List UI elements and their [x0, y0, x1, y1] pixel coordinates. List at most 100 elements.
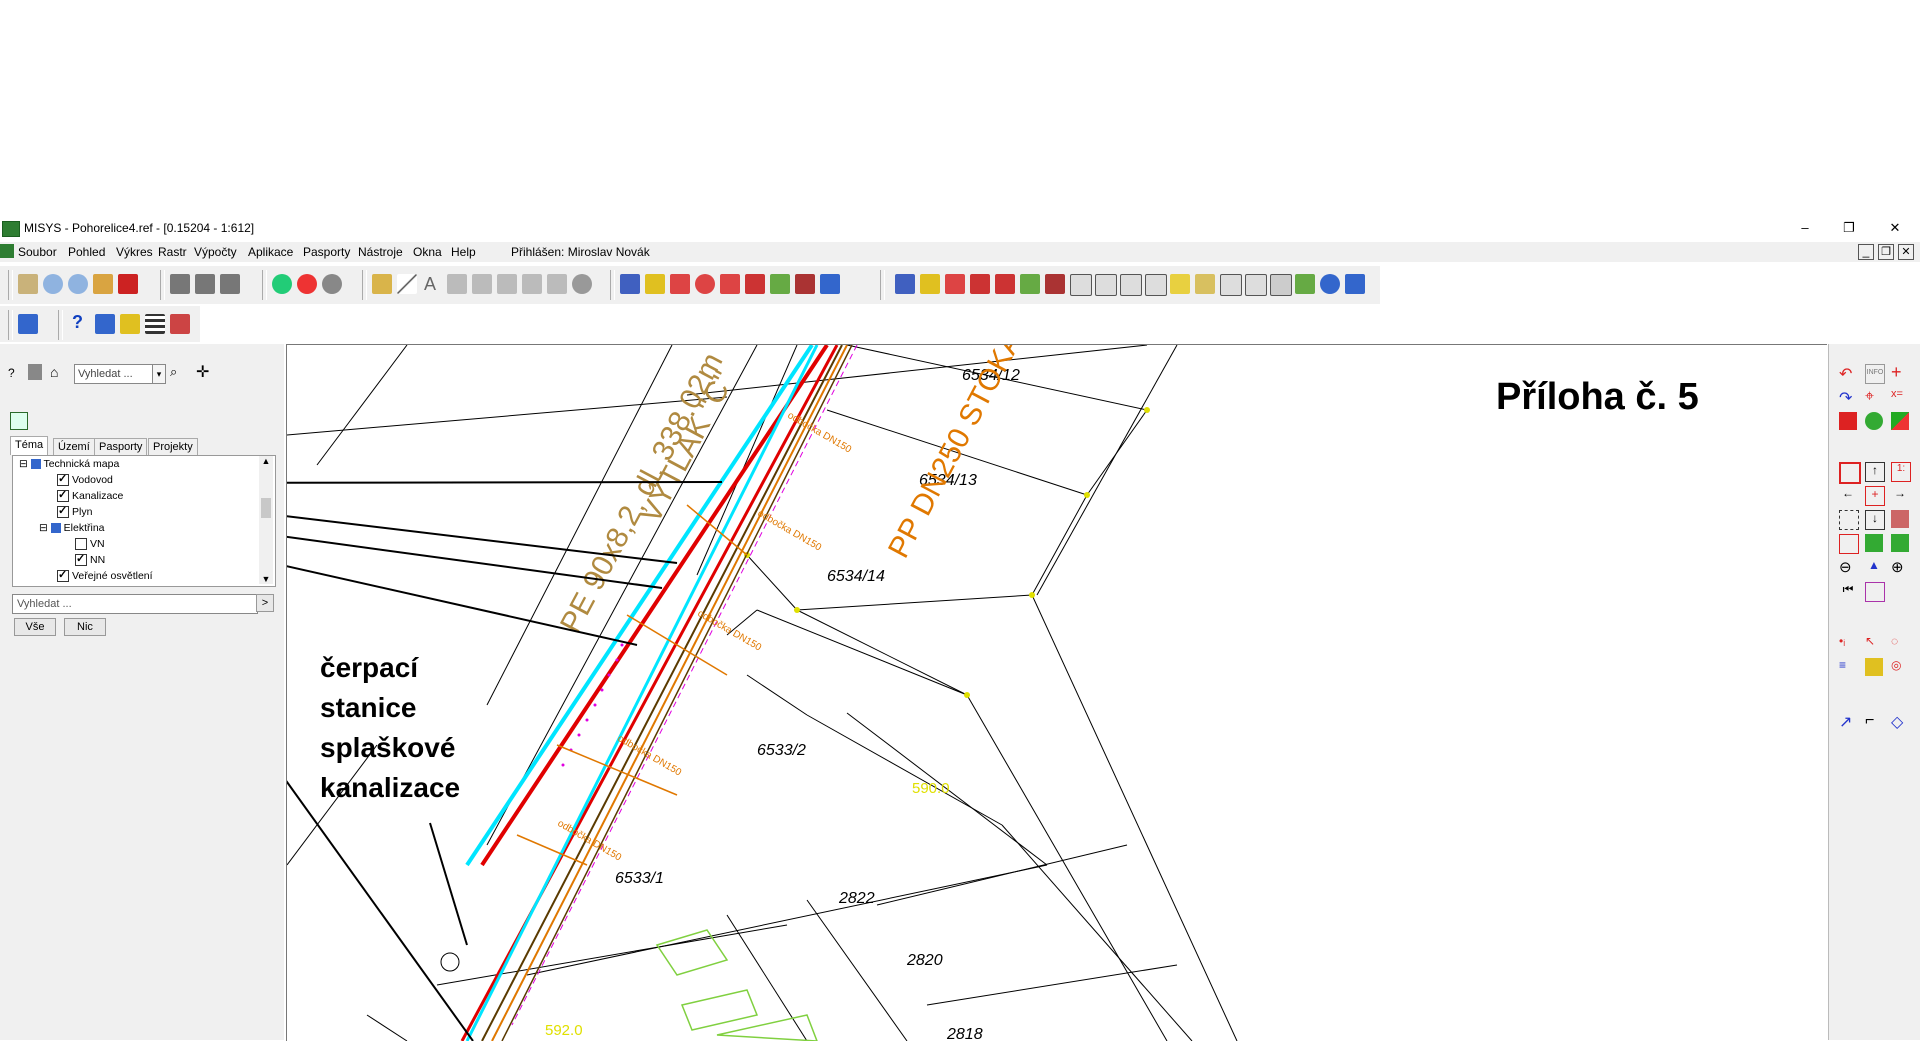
zoom-out-icon[interactable] — [68, 274, 88, 294]
pan-down-icon[interactable]: ↓ — [1865, 510, 1885, 530]
undo-icon[interactable]: ↶ — [1839, 364, 1857, 383]
network-icon[interactable] — [695, 274, 715, 294]
zoom-window-icon[interactable] — [1839, 462, 1861, 484]
chevron-down-icon[interactable]: ▾ — [152, 364, 166, 384]
tree-item-vn[interactable]: VN — [13, 536, 275, 552]
table-icon[interactable] — [1220, 274, 1242, 296]
tree-item-plyn[interactable]: Plyn — [13, 503, 275, 520]
menu-help[interactable]: Help — [451, 245, 476, 259]
rewind-icon[interactable]: ⏮ — [1839, 582, 1857, 600]
info-icon[interactable] — [95, 314, 115, 334]
scroll-icon[interactable] — [1195, 274, 1215, 294]
checkbox-kanalizace[interactable] — [57, 487, 69, 503]
target-icon[interactable]: ⌖ — [1865, 388, 1883, 406]
zoom-prev-icon[interactable] — [1839, 534, 1859, 554]
globe-red-icon[interactable] — [297, 274, 317, 294]
globe-icon[interactable] — [272, 274, 292, 294]
delete2-icon[interactable] — [970, 274, 990, 294]
tree-scrollbar[interactable]: ▲ ▼ — [259, 456, 273, 584]
report2-icon[interactable] — [1120, 274, 1142, 296]
menu-nastroje[interactable]: Nástroje — [358, 245, 403, 259]
tree2-icon[interactable] — [1020, 274, 1040, 294]
checkbox-vodovod[interactable] — [57, 471, 69, 487]
tree-search-input[interactable]: Vyhledat ... — [12, 594, 258, 614]
save-as-icon[interactable] — [547, 274, 567, 294]
tree-item-kanalizace[interactable]: Kanalizace — [13, 487, 275, 504]
text-icon[interactable]: A — [424, 274, 436, 295]
search-icon[interactable] — [572, 274, 592, 294]
center-icon[interactable]: + — [1865, 486, 1885, 506]
layers-icon[interactable] — [118, 274, 138, 294]
scroll-up-icon[interactable]: ▲ — [259, 456, 273, 466]
web-icon[interactable] — [1320, 274, 1340, 294]
refresh-icon[interactable] — [1891, 510, 1909, 528]
pipe-icon[interactable] — [720, 274, 740, 294]
pan-icon[interactable] — [93, 274, 113, 294]
tree-view2-icon[interactable] — [1891, 534, 1909, 552]
edit-object-icon[interactable] — [670, 274, 690, 294]
zoom-in-icon[interactable]: ⊕ — [1891, 558, 1909, 576]
checkbox-nn[interactable] — [75, 551, 87, 567]
home-icon[interactable]: ⌂ — [50, 364, 58, 380]
house-icon[interactable] — [1865, 582, 1885, 602]
tree-item-technicka-mapa[interactable]: ⊟ Technická mapa — [13, 456, 275, 472]
mdi-minimize-button[interactable]: _ — [1858, 244, 1874, 260]
scale-icon[interactable]: 1: — [1891, 462, 1911, 482]
zoom-out-icon[interactable]: ⊖ — [1839, 558, 1857, 576]
zoom-in-icon[interactable] — [43, 274, 63, 294]
stack-icon[interactable] — [1270, 274, 1292, 296]
symbol-icon[interactable] — [447, 274, 467, 294]
tree-icon[interactable] — [770, 274, 790, 294]
select-all-button[interactable]: Vše — [14, 618, 56, 636]
polyline-icon[interactable]: ⌐ — [1865, 712, 1883, 730]
coordinates-icon[interactable]: x= — [1891, 388, 1909, 406]
sum-icon[interactable] — [1245, 274, 1267, 296]
menu-okna[interactable]: Okna — [413, 245, 442, 259]
delete-object-icon[interactable] — [745, 274, 765, 294]
pan-up-icon[interactable]: ↑ — [1865, 462, 1885, 482]
checkbox-verejne-osvetleni[interactable] — [57, 567, 69, 583]
tree-item-elektrina[interactable]: ⊟ Elektřina — [13, 520, 275, 536]
crosshair-icon[interactable]: ✛ — [196, 362, 209, 382]
highlight-icon[interactable] — [645, 274, 665, 294]
tab-tema[interactable]: Téma — [10, 436, 49, 455]
menu-pohled[interactable]: Pohled — [68, 245, 105, 259]
save-icon[interactable] — [522, 274, 542, 294]
scroll-down-icon[interactable]: ▼ — [259, 574, 273, 584]
tab-pasporty[interactable]: Pasporty — [94, 438, 148, 455]
globe-gray-icon[interactable] — [322, 274, 342, 294]
cursor-icon[interactable] — [472, 274, 492, 294]
tools-icon[interactable] — [795, 274, 815, 294]
line-icon[interactable] — [397, 274, 417, 294]
restore-button[interactable]: ❐ — [1834, 218, 1864, 238]
edit2-icon[interactable] — [945, 274, 965, 294]
map-canvas[interactable]: 6534/12 6534/13 6534/14 6533/2 6533/1 28… — [286, 344, 1827, 1041]
globe-icon[interactable] — [1865, 412, 1883, 430]
print-preview-icon[interactable] — [195, 274, 215, 294]
select-none-button[interactable]: Nic — [64, 618, 106, 636]
folder-open-icon[interactable] — [372, 274, 392, 294]
pan-right-icon[interactable]: → — [1891, 486, 1909, 504]
highlight2-icon[interactable] — [920, 274, 940, 294]
wms-icon[interactable] — [1839, 412, 1857, 430]
report3-icon[interactable] — [1145, 274, 1167, 296]
tab-uzemi[interactable]: Území — [53, 438, 95, 455]
tree-search-go-button[interactable]: > — [256, 594, 274, 612]
map-layers-icon[interactable] — [10, 412, 28, 430]
minimize-button[interactable]: – — [1790, 218, 1820, 238]
find-icon[interactable]: ⌕ — [170, 364, 177, 380]
polygon-icon[interactable]: ◇ — [1891, 712, 1909, 731]
checkbox-plyn[interactable] — [57, 503, 69, 519]
tree-view-icon[interactable] — [1865, 534, 1883, 552]
close-button[interactable]: ✕ — [1880, 218, 1910, 238]
menu-soubor[interactable]: Soubor — [18, 245, 57, 259]
zoom-extent-icon[interactable] — [1839, 510, 1859, 530]
map-icon[interactable] — [1295, 274, 1315, 294]
tree-item-nn[interactable]: NN — [13, 551, 275, 568]
help-icon[interactable]: ? — [72, 312, 83, 333]
select-list-icon[interactable]: ≡ — [1839, 658, 1857, 676]
menu-vypocty[interactable]: Výpočty — [194, 245, 237, 259]
cross-icon[interactable] — [995, 274, 1015, 294]
report-icon[interactable] — [1095, 274, 1117, 296]
info-icon[interactable]: INFO — [1865, 364, 1885, 384]
